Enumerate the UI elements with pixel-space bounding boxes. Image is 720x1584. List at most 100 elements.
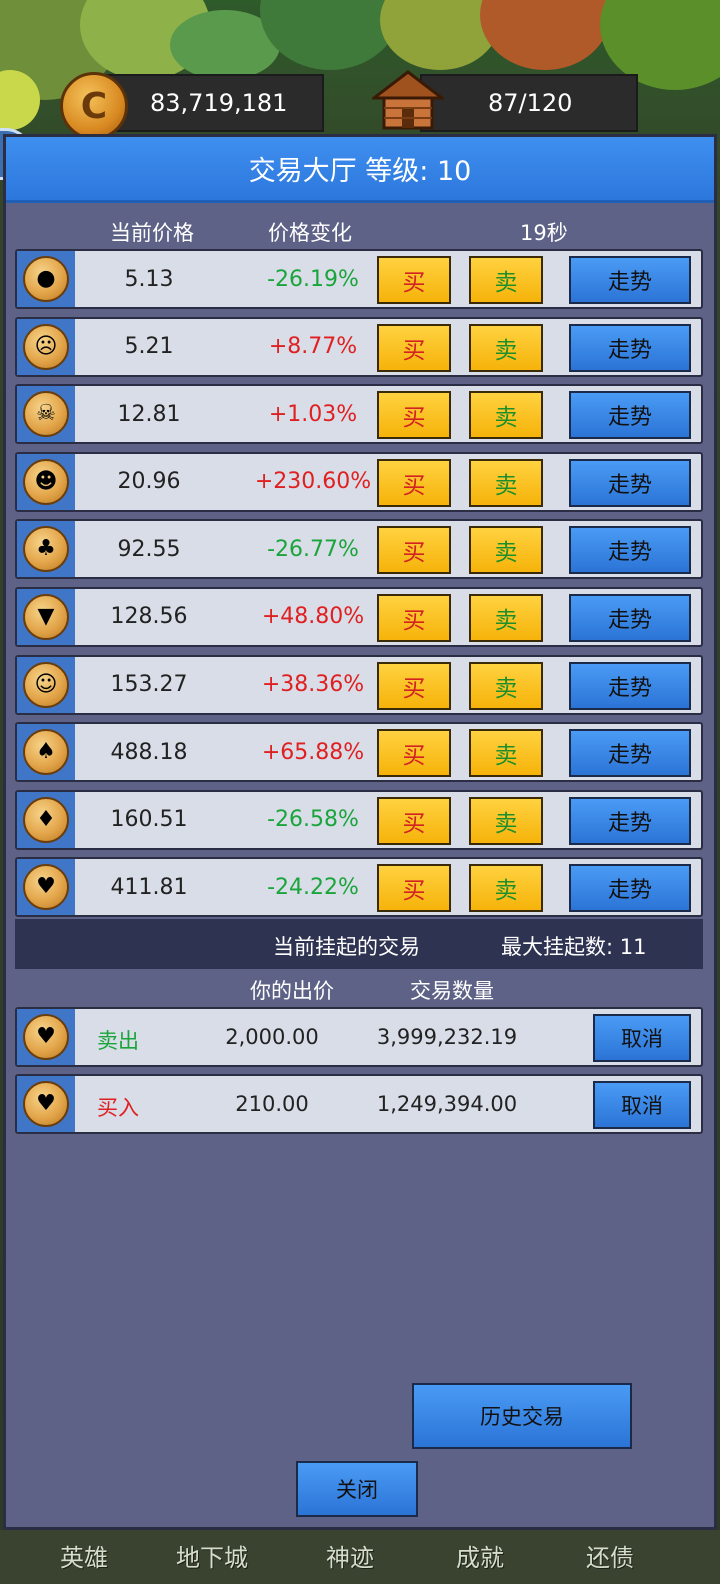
market-row: ● 5.13 -26.19% 买 卖 走势: [15, 249, 703, 309]
market-row: ♣ 92.55 -26.77% 买 卖 走势: [15, 519, 703, 580]
price-change: +48.80%: [261, 604, 365, 630]
market-row: ♦ 160.51 -26.58% 买 卖 走势: [15, 789, 703, 850]
price-change: +8.77%: [268, 334, 358, 360]
market-row: ☹ 5.21 +8.77% 买 卖 走势: [15, 316, 703, 377]
nav-heroes[interactable]: 英雄: [60, 1538, 108, 1573]
order-bid: 2,000.00: [225, 1025, 319, 1049]
trading-hall-panel: 交易大厅 等级: 10 当前价格 价格变化 19秒 ● 5.13 -26.19%…: [3, 134, 717, 1530]
trend-button[interactable]: 走势: [569, 458, 691, 507]
market-list: ● 5.13 -26.19% 买 卖 走势 ☹ 5.21 +8.77% 买 卖 …: [15, 249, 703, 925]
nav-miracle[interactable]: 神迹: [326, 1538, 374, 1573]
price-change: +65.88%: [261, 739, 365, 765]
cancel-order-button[interactable]: 取消: [593, 1014, 691, 1062]
buy-button[interactable]: 买: [377, 458, 451, 507]
monster-icon-cell: ●: [17, 251, 75, 307]
market-row: ▼ 128.56 +48.80% 买 卖 走势: [15, 586, 703, 647]
header-your-bid: 你的出价: [250, 979, 334, 1003]
dragon-icon: ♥: [23, 1014, 69, 1060]
monster-glyph: ▼: [37, 603, 55, 629]
sell-button[interactable]: 卖: [469, 729, 543, 778]
treant-icon: ♣: [23, 526, 69, 573]
trend-button[interactable]: 走势: [569, 729, 691, 778]
monster-glyph: ☠: [36, 401, 56, 427]
current-price: 12.81: [117, 401, 181, 427]
dragon-icon: ♥: [23, 1081, 69, 1127]
trend-button[interactable]: 走势: [569, 256, 691, 304]
refresh-timer: 19秒: [520, 221, 568, 245]
orc-icon: ☺: [23, 661, 69, 708]
header-price-change: 价格变化: [268, 221, 352, 245]
monster-icon-cell: ♥: [17, 859, 75, 916]
monster-glyph: ♥: [36, 1091, 56, 1116]
trend-button[interactable]: 走势: [569, 391, 691, 440]
monster-icon-cell: ♣: [17, 521, 75, 578]
header-current-price: 当前价格: [110, 221, 194, 245]
current-price: 92.55: [117, 536, 181, 562]
monster-glyph: ♥: [36, 1024, 56, 1049]
panel-title: 交易大厅 等级: 10: [6, 137, 714, 203]
buy-button[interactable]: 买: [377, 526, 451, 575]
price-change: +230.60%: [254, 469, 372, 495]
trend-button[interactable]: 走势: [569, 593, 691, 642]
market-row: ♠ 488.18 +65.88% 买 卖 走势: [15, 722, 703, 783]
buy-button[interactable]: 买: [377, 256, 451, 304]
sell-button[interactable]: 卖: [469, 796, 543, 845]
price-change: +38.36%: [261, 672, 365, 698]
buy-button[interactable]: 买: [377, 323, 451, 372]
price-change: -24.22%: [267, 874, 359, 900]
coin-amount: 83,719,181: [150, 89, 288, 117]
sell-button[interactable]: 卖: [469, 323, 543, 372]
monster-icon-cell: ♥: [17, 1009, 75, 1065]
monster-glyph: ♦: [36, 806, 56, 832]
sell-button[interactable]: 卖: [469, 391, 543, 440]
monster-glyph: ☺: [34, 671, 58, 697]
pending-order-row: ♥ 卖出 2,000.00 3,999,232.19 取消: [15, 1007, 703, 1067]
zombie-icon: ☹: [23, 323, 69, 370]
sell-button[interactable]: 卖: [469, 661, 543, 710]
sell-button[interactable]: 卖: [469, 864, 543, 913]
monster-icon-cell: ☠: [17, 386, 75, 443]
monster-glyph: ♥: [36, 874, 56, 900]
price-change: +1.03%: [268, 401, 358, 427]
trend-button[interactable]: 走势: [569, 796, 691, 845]
history-button[interactable]: 历史交易: [412, 1383, 632, 1449]
capacity-amount: 87/120: [488, 89, 573, 117]
current-price: 488.18: [110, 739, 188, 765]
monster-glyph: ♣: [36, 536, 56, 562]
max-pending: 最大挂起数: 11: [501, 935, 647, 959]
sell-button[interactable]: 卖: [469, 256, 543, 304]
cancel-order-button[interactable]: 取消: [593, 1081, 691, 1129]
monster-icon-cell: ♠: [17, 724, 75, 781]
sell-button[interactable]: 卖: [469, 526, 543, 575]
order-quantity: 1,249,394.00: [376, 1092, 518, 1116]
buy-button[interactable]: 买: [377, 729, 451, 778]
nav-repay-debt[interactable]: 还债: [586, 1538, 634, 1573]
buy-button[interactable]: 买: [377, 391, 451, 440]
nav-achievements[interactable]: 成就: [456, 1538, 504, 1573]
capacity-counter: 87/120: [420, 74, 638, 132]
pending-order-row: ♥ 买入 210.00 1,249,394.00 取消: [15, 1074, 703, 1134]
buy-button[interactable]: 买: [377, 593, 451, 642]
buy-button[interactable]: 买: [377, 661, 451, 710]
current-price: 5.21: [124, 334, 174, 360]
trend-button[interactable]: 走势: [569, 661, 691, 710]
monster-glyph: ☹: [34, 333, 58, 359]
sell-button[interactable]: 卖: [469, 593, 543, 642]
trend-button[interactable]: 走势: [569, 323, 691, 372]
order-bid: 210.00: [235, 1092, 309, 1116]
monster-icon-cell: ☺: [17, 656, 75, 713]
order-type: 买入: [97, 1096, 139, 1120]
sell-button[interactable]: 卖: [469, 458, 543, 507]
nav-dungeon[interactable]: 地下城: [176, 1538, 248, 1573]
buy-button[interactable]: 买: [377, 864, 451, 913]
monster-glyph: ♠: [36, 739, 56, 765]
market-row: ♥ 411.81 -24.22% 买 卖 走势: [15, 857, 703, 918]
trend-button[interactable]: 走势: [569, 864, 691, 913]
monster-glyph: ●: [36, 266, 56, 291]
close-button[interactable]: 关闭: [296, 1461, 418, 1517]
header-trade-qty: 交易数量: [410, 979, 494, 1003]
current-price: 5.13: [124, 266, 174, 292]
trend-button[interactable]: 走势: [569, 526, 691, 575]
buy-button[interactable]: 买: [377, 796, 451, 845]
goblin-icon: ☻: [23, 458, 69, 505]
